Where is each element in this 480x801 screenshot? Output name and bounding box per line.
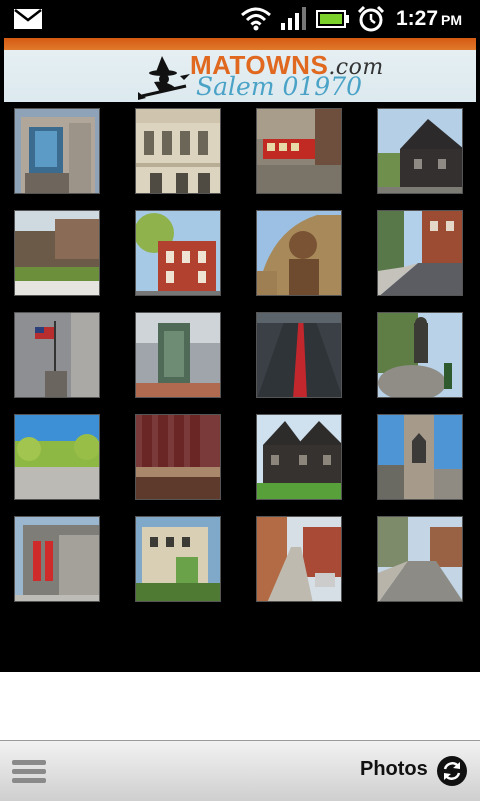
photo-thumb-20[interactable] (377, 516, 463, 602)
bottom-bar: Photos (0, 740, 480, 801)
photo-thumb-14[interactable] (135, 414, 221, 500)
photo-thumb-3[interactable] (256, 108, 342, 194)
clock-ampm: PM (441, 12, 463, 28)
photo-thumb-18[interactable] (135, 516, 221, 602)
witch-logo-icon (138, 56, 190, 100)
clock: 1:27 PM (396, 7, 462, 31)
photo-thumb-13[interactable] (14, 414, 100, 500)
status-bar: 1:27 PM (0, 0, 480, 38)
signal-icon (281, 7, 306, 30)
photo-thumb-4[interactable] (377, 108, 463, 194)
photo-thumb-16[interactable] (377, 414, 463, 500)
photo-thumb-17[interactable] (14, 516, 100, 602)
menu-icon[interactable] (12, 758, 46, 784)
site-subtitle: Salem 01970 (196, 72, 363, 101)
wifi-icon (241, 7, 271, 31)
mail-icon (14, 9, 42, 29)
photo-thumb-15[interactable] (256, 414, 342, 500)
site-banner[interactable]: MATOWNS.com Salem 01970 (4, 38, 476, 102)
photo-thumb-8[interactable] (377, 210, 463, 296)
alarm-icon (357, 5, 385, 32)
photo-gallery (0, 104, 480, 672)
battery-icon (316, 10, 349, 28)
photo-thumb-6[interactable] (135, 210, 221, 296)
photos-label[interactable]: Photos (360, 758, 428, 781)
refresh-icon[interactable] (436, 755, 468, 787)
photo-thumb-5[interactable] (14, 210, 100, 296)
banner-accent-bar (4, 38, 476, 50)
photo-thumb-9[interactable] (14, 312, 100, 398)
photo-thumb-19[interactable] (256, 516, 342, 602)
clock-time: 1:27 (396, 7, 439, 30)
photo-thumb-1[interactable] (14, 108, 100, 194)
photo-thumb-11[interactable] (256, 312, 342, 398)
header: MATOWNS.com Salem 01970 (0, 38, 480, 104)
photo-thumb-7[interactable] (256, 210, 342, 296)
photo-thumb-12[interactable] (377, 312, 463, 398)
photo-thumb-10[interactable] (135, 312, 221, 398)
photo-thumb-2[interactable] (135, 108, 221, 194)
